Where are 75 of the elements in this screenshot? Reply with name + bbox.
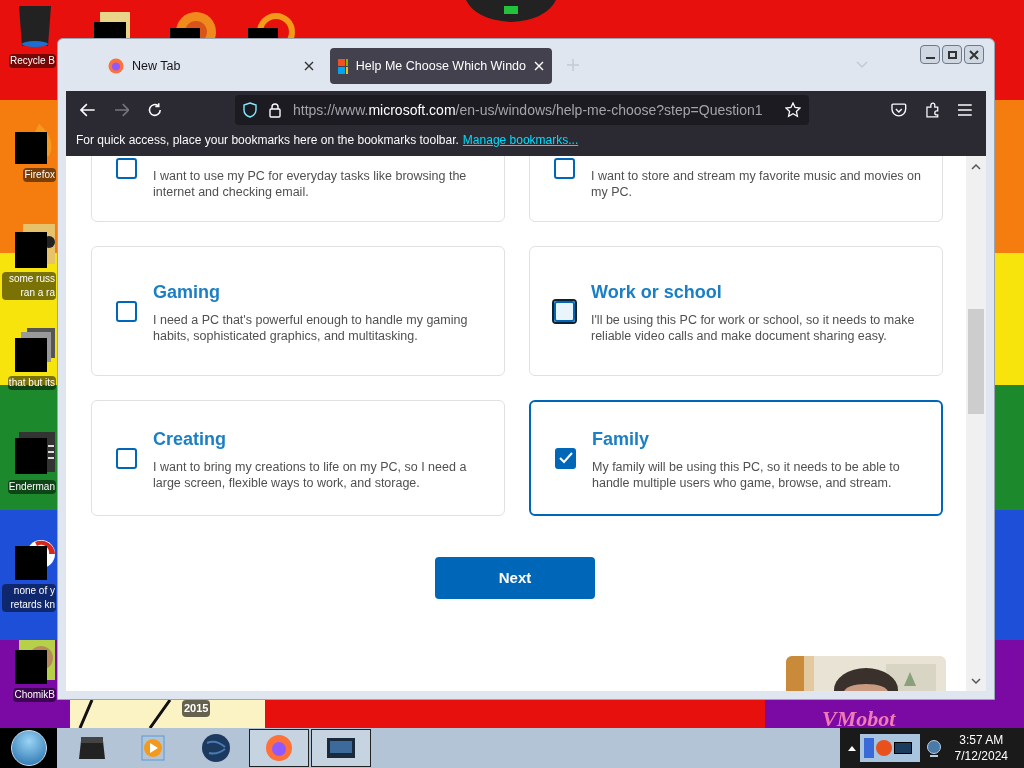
option-description: I'll be using this PC for work or school, so it needs to make reliable video calls and make document sharing easy. bbox=[591, 311, 916, 344]
firefox-logo-icon bbox=[108, 58, 124, 74]
option-card[interactable]: Work or school I'll be using this PC for work or school, so it needs to make reliable video calls and make document sharing easy. bbox=[529, 246, 943, 376]
tab-title: Help Me Choose Which Windo bbox=[355, 57, 526, 75]
pocket-icon[interactable] bbox=[890, 102, 907, 118]
bookmarks-hint: For quick access, place your bookmarks here on the bookmarks toolbar. bbox=[76, 132, 459, 149]
wallpaper-text: VMobot bbox=[822, 705, 896, 733]
document-icon[interactable] bbox=[15, 224, 55, 268]
option-title: Creating bbox=[153, 427, 227, 451]
windows-logo-icon bbox=[338, 58, 348, 74]
tray-icons[interactable] bbox=[860, 734, 920, 762]
option-description: I want to use my PC for everyday tasks like browsing the internet and checking email. bbox=[153, 168, 468, 200]
option-card[interactable]: Family My family will be using this PC, so it needs to be able to handle multiple users who game, browse, and stream. bbox=[529, 400, 943, 516]
option-description: I want to bring my creations to life on my PC, so I need a large screen, flexible ways to work, and storage. bbox=[153, 458, 468, 491]
lock-icon bbox=[268, 102, 281, 118]
option-description: My family will be using this PC, so it needs to be able to handle multiple users who game, browse, and stream. bbox=[592, 458, 901, 491]
hamster-icon[interactable] bbox=[15, 640, 55, 684]
option-description: I want to store and stream my favorite music and movies on my PC. bbox=[591, 168, 922, 200]
back-icon[interactable] bbox=[80, 103, 96, 117]
desktop-icon-label[interactable]: none of y retards kn bbox=[2, 584, 56, 612]
clock-date: 7/12/2024 bbox=[954, 748, 1008, 764]
manage-bookmarks-link[interactable]: Manage bookmarks... bbox=[462, 131, 579, 149]
dome-shape-icon bbox=[466, 0, 556, 22]
desktop-icon-label[interactable]: that but its bbox=[7, 376, 56, 390]
monitor-icon[interactable] bbox=[326, 736, 356, 760]
extensions-icon[interactable] bbox=[924, 102, 941, 118]
address-bar[interactable]: https://www.microsoft.com/en-us/windows/help-me-choose?step=Question1 bbox=[234, 95, 809, 125]
close-icon[interactable] bbox=[969, 49, 979, 60]
close-button[interactable] bbox=[964, 45, 984, 64]
checkbox[interactable] bbox=[555, 447, 576, 469]
network-globe-icon[interactable] bbox=[926, 739, 942, 757]
desktop-icon-label[interactable]: Firefox bbox=[23, 168, 56, 182]
menu-icon[interactable] bbox=[958, 104, 972, 116]
checkbox[interactable] bbox=[116, 300, 137, 322]
option-title: Gaming bbox=[153, 280, 221, 304]
firefox-taskbar-button[interactable] bbox=[249, 729, 309, 767]
maximize-button[interactable] bbox=[942, 45, 962, 64]
browser-tab[interactable]: Help Me Choose Which Windo bbox=[330, 48, 552, 84]
scroll-up-icon[interactable] bbox=[971, 163, 981, 170]
next-button[interactable]: Next bbox=[435, 557, 595, 599]
tray-arrow-icon[interactable] bbox=[848, 745, 856, 751]
desktop-icon-label[interactable]: Enderman bbox=[7, 480, 56, 494]
star-icon[interactable] bbox=[784, 102, 801, 118]
reload-icon[interactable] bbox=[147, 102, 163, 118]
wallpaper-text: 2015 bbox=[182, 700, 211, 717]
shield-icon[interactable] bbox=[242, 102, 257, 118]
console-window-icon[interactable] bbox=[15, 432, 55, 476]
clock-time: 3:57 AM bbox=[959, 732, 1004, 748]
stacked-windows-icon[interactable] bbox=[15, 328, 55, 372]
globe-icon[interactable] bbox=[201, 733, 231, 763]
minimize-button[interactable] bbox=[920, 45, 940, 64]
option-title: Work or school bbox=[591, 280, 723, 304]
scrollbar[interactable] bbox=[966, 156, 986, 691]
checkbox[interactable] bbox=[116, 158, 137, 179]
window-taskbar-button[interactable] bbox=[311, 729, 371, 767]
printer-icon[interactable] bbox=[77, 735, 107, 761]
start-button[interactable] bbox=[10, 730, 47, 766]
browser-tab[interactable]: New Tab bbox=[100, 48, 322, 84]
option-card[interactable]: Gaming I need a PC that's powerful enough to handle my gaming habits, sophisticated graphics, and multitasking. bbox=[91, 246, 505, 376]
checkbox[interactable] bbox=[554, 158, 575, 179]
tab-title: New Tab bbox=[132, 57, 182, 75]
option-title: Family bbox=[592, 427, 651, 451]
desktop-icon-label[interactable]: ChomikB bbox=[13, 688, 56, 702]
forward-icon[interactable] bbox=[113, 103, 130, 117]
desktop-icon-label[interactable]: Recycle B bbox=[9, 54, 56, 68]
scroll-down-icon[interactable] bbox=[971, 678, 981, 685]
option-card[interactable]: I want to store and stream my favorite music and movies on my PC. bbox=[529, 156, 943, 222]
scroll-thumb[interactable] bbox=[968, 309, 984, 414]
option-card[interactable]: I want to use my PC for everyday tasks like browsing the internet and checking email. bbox=[91, 156, 505, 222]
url-text[interactable]: https://www.microsoft.com/en-us/windows/help-me-choose?step=Question1 bbox=[292, 99, 763, 121]
option-card[interactable]: Creating I want to bring my creations to life on my PC, so I need a large screen, flexible ways to work, and storage. bbox=[91, 400, 505, 516]
checkbox[interactable] bbox=[116, 447, 137, 469]
option-description: I need a PC that's powerful enough to handle my gaming habits, sophisticated graphics, and multitasking. bbox=[153, 311, 469, 344]
close-tab-icon[interactable] bbox=[304, 61, 314, 71]
desktop-icon-label[interactable]: some russ ran a ra bbox=[2, 272, 56, 300]
